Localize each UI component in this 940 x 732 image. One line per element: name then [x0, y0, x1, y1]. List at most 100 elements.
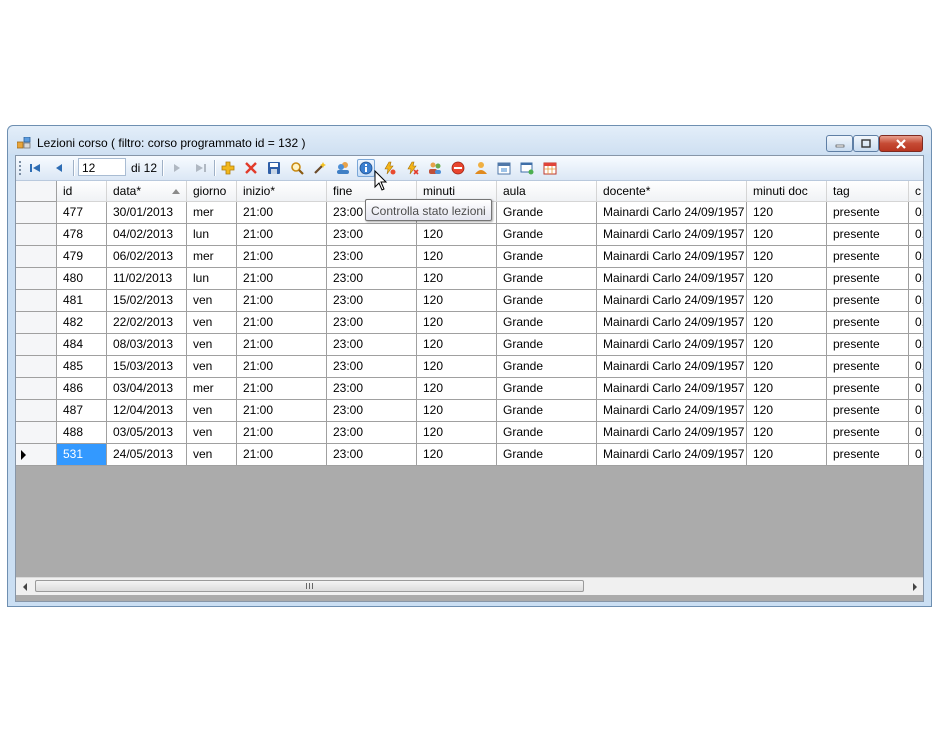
- grid-cell[interactable]: 24/05/2013: [107, 444, 187, 466]
- row-header[interactable]: [16, 202, 57, 224]
- grid-cell[interactable]: 120: [747, 202, 827, 224]
- grid-cell[interactable]: 0,0: [909, 290, 923, 312]
- row-header[interactable]: [16, 400, 57, 422]
- move-previous-button[interactable]: [50, 159, 68, 177]
- grid-cell[interactable]: Grande: [497, 312, 597, 334]
- grid-cell[interactable]: 0,0: [909, 444, 923, 466]
- grid-cell[interactable]: 23:00: [327, 246, 417, 268]
- remove-button[interactable]: [449, 159, 467, 177]
- grid-cell[interactable]: presente: [827, 356, 909, 378]
- scroll-right-button[interactable]: [906, 578, 923, 595]
- grid-cell[interactable]: mer: [187, 202, 237, 224]
- grid-cell[interactable]: 15/02/2013: [107, 290, 187, 312]
- grid-cell[interactable]: 21:00: [237, 400, 327, 422]
- grid-cell[interactable]: 120: [747, 400, 827, 422]
- grid-cell[interactable]: 0,0: [909, 378, 923, 400]
- grid-cell[interactable]: presente: [827, 224, 909, 246]
- scroll-left-button[interactable]: [16, 578, 33, 595]
- check-lessons-status-button[interactable]: [357, 159, 375, 177]
- grid-cell[interactable]: 23:00: [327, 268, 417, 290]
- column-header-2[interactable]: giorno: [187, 181, 237, 202]
- grid-cell[interactable]: presente: [827, 268, 909, 290]
- group-button[interactable]: [426, 159, 444, 177]
- column-header-1[interactable]: data*: [107, 181, 187, 202]
- grid-cell[interactable]: 120: [747, 356, 827, 378]
- grid-cell[interactable]: Grande: [497, 334, 597, 356]
- grid-cell[interactable]: 0,0: [909, 268, 923, 290]
- grid-cell[interactable]: Mainardi Carlo 24/09/1957: [597, 290, 747, 312]
- horizontal-scrollbar[interactable]: [16, 577, 923, 595]
- grid-cell[interactable]: 120: [747, 334, 827, 356]
- grid-cell[interactable]: 120: [747, 444, 827, 466]
- grid-cell[interactable]: 23:00: [327, 422, 417, 444]
- row-header[interactable]: [16, 422, 57, 444]
- users-button[interactable]: [334, 159, 352, 177]
- grid-cell[interactable]: Mainardi Carlo 24/09/1957: [597, 268, 747, 290]
- grid-cell[interactable]: 485: [57, 356, 107, 378]
- grid-cell[interactable]: 23:00: [327, 224, 417, 246]
- lessons-data-grid[interactable]: id data* giorno inizio* fine minuti aula docent…: [16, 181, 923, 577]
- grid-cell[interactable]: presente: [827, 422, 909, 444]
- grid-cell[interactable]: 478: [57, 224, 107, 246]
- grid-cell[interactable]: Mainardi Carlo 24/09/1957: [597, 224, 747, 246]
- row-header[interactable]: [16, 290, 57, 312]
- grid-cell[interactable]: 120: [747, 312, 827, 334]
- grid-cell[interactable]: 120: [417, 334, 497, 356]
- wand-button[interactable]: [311, 159, 329, 177]
- grid-cell[interactable]: 120: [417, 444, 497, 466]
- grid-cell[interactable]: 477: [57, 202, 107, 224]
- grid-cell[interactable]: 0,0: [909, 224, 923, 246]
- row-header[interactable]: [16, 224, 57, 246]
- maximize-button[interactable]: [853, 135, 879, 152]
- grid-cell[interactable]: 21:00: [237, 422, 327, 444]
- grid-cell[interactable]: 0,0: [909, 334, 923, 356]
- delete-button[interactable]: [242, 159, 260, 177]
- grid-cell[interactable]: 120: [417, 312, 497, 334]
- grid-cell[interactable]: 120: [417, 290, 497, 312]
- grid-cell[interactable]: Grande: [497, 400, 597, 422]
- grid-cell[interactable]: 0,0: [909, 422, 923, 444]
- grid-cell[interactable]: mer: [187, 246, 237, 268]
- grid-cell[interactable]: 120: [747, 246, 827, 268]
- grid-cell[interactable]: 11/02/2013: [107, 268, 187, 290]
- grid-cell[interactable]: Mainardi Carlo 24/09/1957: [597, 202, 747, 224]
- grid-cell[interactable]: Mainardi Carlo 24/09/1957: [597, 356, 747, 378]
- grid-cell[interactable]: ven: [187, 334, 237, 356]
- grid-corner-header[interactable]: [16, 181, 57, 202]
- grid-cell[interactable]: presente: [827, 312, 909, 334]
- grid-cell[interactable]: presente: [827, 290, 909, 312]
- grid-cell[interactable]: 08/03/2013: [107, 334, 187, 356]
- row-header[interactable]: [16, 246, 57, 268]
- scroll-thumb[interactable]: [35, 580, 584, 592]
- grid-cell[interactable]: 06/02/2013: [107, 246, 187, 268]
- grid-cell[interactable]: 23:00: [327, 290, 417, 312]
- grid-cell[interactable]: Grande: [497, 422, 597, 444]
- grid-cell[interactable]: 15/03/2013: [107, 356, 187, 378]
- column-header-3[interactable]: inizio*: [237, 181, 327, 202]
- grid-cell[interactable]: presente: [827, 246, 909, 268]
- grid-cell[interactable]: ven: [187, 444, 237, 466]
- grid-cell[interactable]: 0,0: [909, 356, 923, 378]
- grid-cell[interactable]: 484: [57, 334, 107, 356]
- grid-cell[interactable]: 21:00: [237, 290, 327, 312]
- grid-cell[interactable]: Mainardi Carlo 24/09/1957: [597, 334, 747, 356]
- grid-cell[interactable]: 23:00: [327, 356, 417, 378]
- window-add-button[interactable]: [518, 159, 536, 177]
- grid-cell[interactable]: 12/04/2013: [107, 400, 187, 422]
- calendar-button[interactable]: [495, 159, 513, 177]
- grid-cell[interactable]: 21:00: [237, 444, 327, 466]
- grid-cell[interactable]: 21:00: [237, 224, 327, 246]
- grid-cell[interactable]: 23:00: [327, 312, 417, 334]
- grid-cell[interactable]: Grande: [497, 202, 597, 224]
- grid-cell[interactable]: Mainardi Carlo 24/09/1957: [597, 400, 747, 422]
- row-header[interactable]: [16, 334, 57, 356]
- grid-cell[interactable]: 120: [417, 246, 497, 268]
- row-header[interactable]: [16, 312, 57, 334]
- grid-cell[interactable]: 120: [747, 378, 827, 400]
- grid-cell[interactable]: 487: [57, 400, 107, 422]
- grid-cell[interactable]: 120: [417, 378, 497, 400]
- grid-cell[interactable]: 23:00: [327, 400, 417, 422]
- person-button[interactable]: [472, 159, 490, 177]
- row-header[interactable]: [16, 378, 57, 400]
- grid-cell[interactable]: Mainardi Carlo 24/09/1957: [597, 444, 747, 466]
